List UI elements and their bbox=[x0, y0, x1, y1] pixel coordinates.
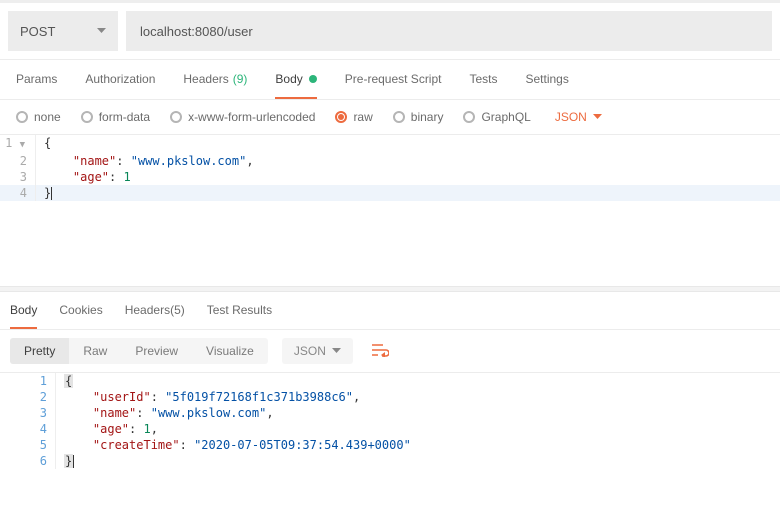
request-body-editor[interactable]: 1 ▼ { 2 "name": "www.pkslow.com", 3 "age… bbox=[0, 135, 780, 201]
body-type-graphql[interactable]: GraphQL bbox=[463, 110, 530, 124]
response-view-row: Pretty Raw Preview Visualize JSON bbox=[0, 330, 780, 373]
chevron-down-icon bbox=[332, 348, 341, 354]
fold-icon[interactable]: ▼ bbox=[20, 140, 27, 150]
tab-authorization[interactable]: Authorization bbox=[85, 60, 155, 99]
method-dropdown[interactable]: POST bbox=[8, 11, 118, 51]
chevron-down-icon bbox=[593, 114, 602, 120]
url-input[interactable] bbox=[126, 11, 772, 51]
view-preview[interactable]: Preview bbox=[121, 338, 192, 364]
resp-tab-cookies[interactable]: Cookies bbox=[59, 292, 102, 329]
view-pretty[interactable]: Pretty bbox=[10, 338, 69, 364]
response-format-dropdown[interactable]: JSON bbox=[282, 338, 353, 364]
resp-tab-headers[interactable]: Headers(5) bbox=[125, 292, 185, 329]
view-raw[interactable]: Raw bbox=[69, 338, 121, 364]
resp-tab-body[interactable]: Body bbox=[10, 292, 37, 329]
tab-tests[interactable]: Tests bbox=[469, 60, 497, 99]
view-visualize[interactable]: Visualize bbox=[192, 338, 268, 364]
request-tabs: Params Authorization Headers(9) Body Pre… bbox=[0, 60, 780, 100]
headers-count: (9) bbox=[233, 72, 248, 86]
request-row: POST bbox=[0, 3, 780, 60]
body-type-raw[interactable]: raw bbox=[335, 110, 372, 124]
body-type-formdata[interactable]: form-data bbox=[81, 110, 150, 124]
body-active-dot bbox=[309, 75, 317, 83]
response-body-viewer[interactable]: 1 { 2 "userId": "5f019f72168f1c371b3988c… bbox=[0, 373, 780, 469]
chevron-down-icon bbox=[97, 28, 106, 34]
resp-headers-count: (5) bbox=[170, 303, 185, 317]
body-type-row: none form-data x-www-form-urlencoded raw… bbox=[0, 100, 780, 135]
view-mode-segment: Pretty Raw Preview Visualize bbox=[10, 338, 268, 364]
response-tabs: Body Cookies Headers(5) Test Results bbox=[0, 292, 780, 330]
body-type-binary[interactable]: binary bbox=[393, 110, 444, 124]
tab-headers[interactable]: Headers(9) bbox=[183, 60, 247, 99]
tab-params[interactable]: Params bbox=[16, 60, 57, 99]
body-format-dropdown[interactable]: JSON bbox=[555, 110, 602, 124]
wrap-lines-icon[interactable] bbox=[367, 339, 393, 364]
text-cursor bbox=[73, 455, 74, 468]
tab-prerequest[interactable]: Pre-request Script bbox=[345, 60, 442, 99]
body-type-none[interactable]: none bbox=[16, 110, 61, 124]
tab-settings[interactable]: Settings bbox=[526, 60, 569, 99]
body-type-urlencoded[interactable]: x-www-form-urlencoded bbox=[170, 110, 315, 124]
resp-tab-tests[interactable]: Test Results bbox=[207, 292, 272, 329]
tab-body[interactable]: Body bbox=[275, 60, 316, 99]
text-cursor bbox=[51, 187, 52, 200]
method-label: POST bbox=[20, 24, 55, 39]
